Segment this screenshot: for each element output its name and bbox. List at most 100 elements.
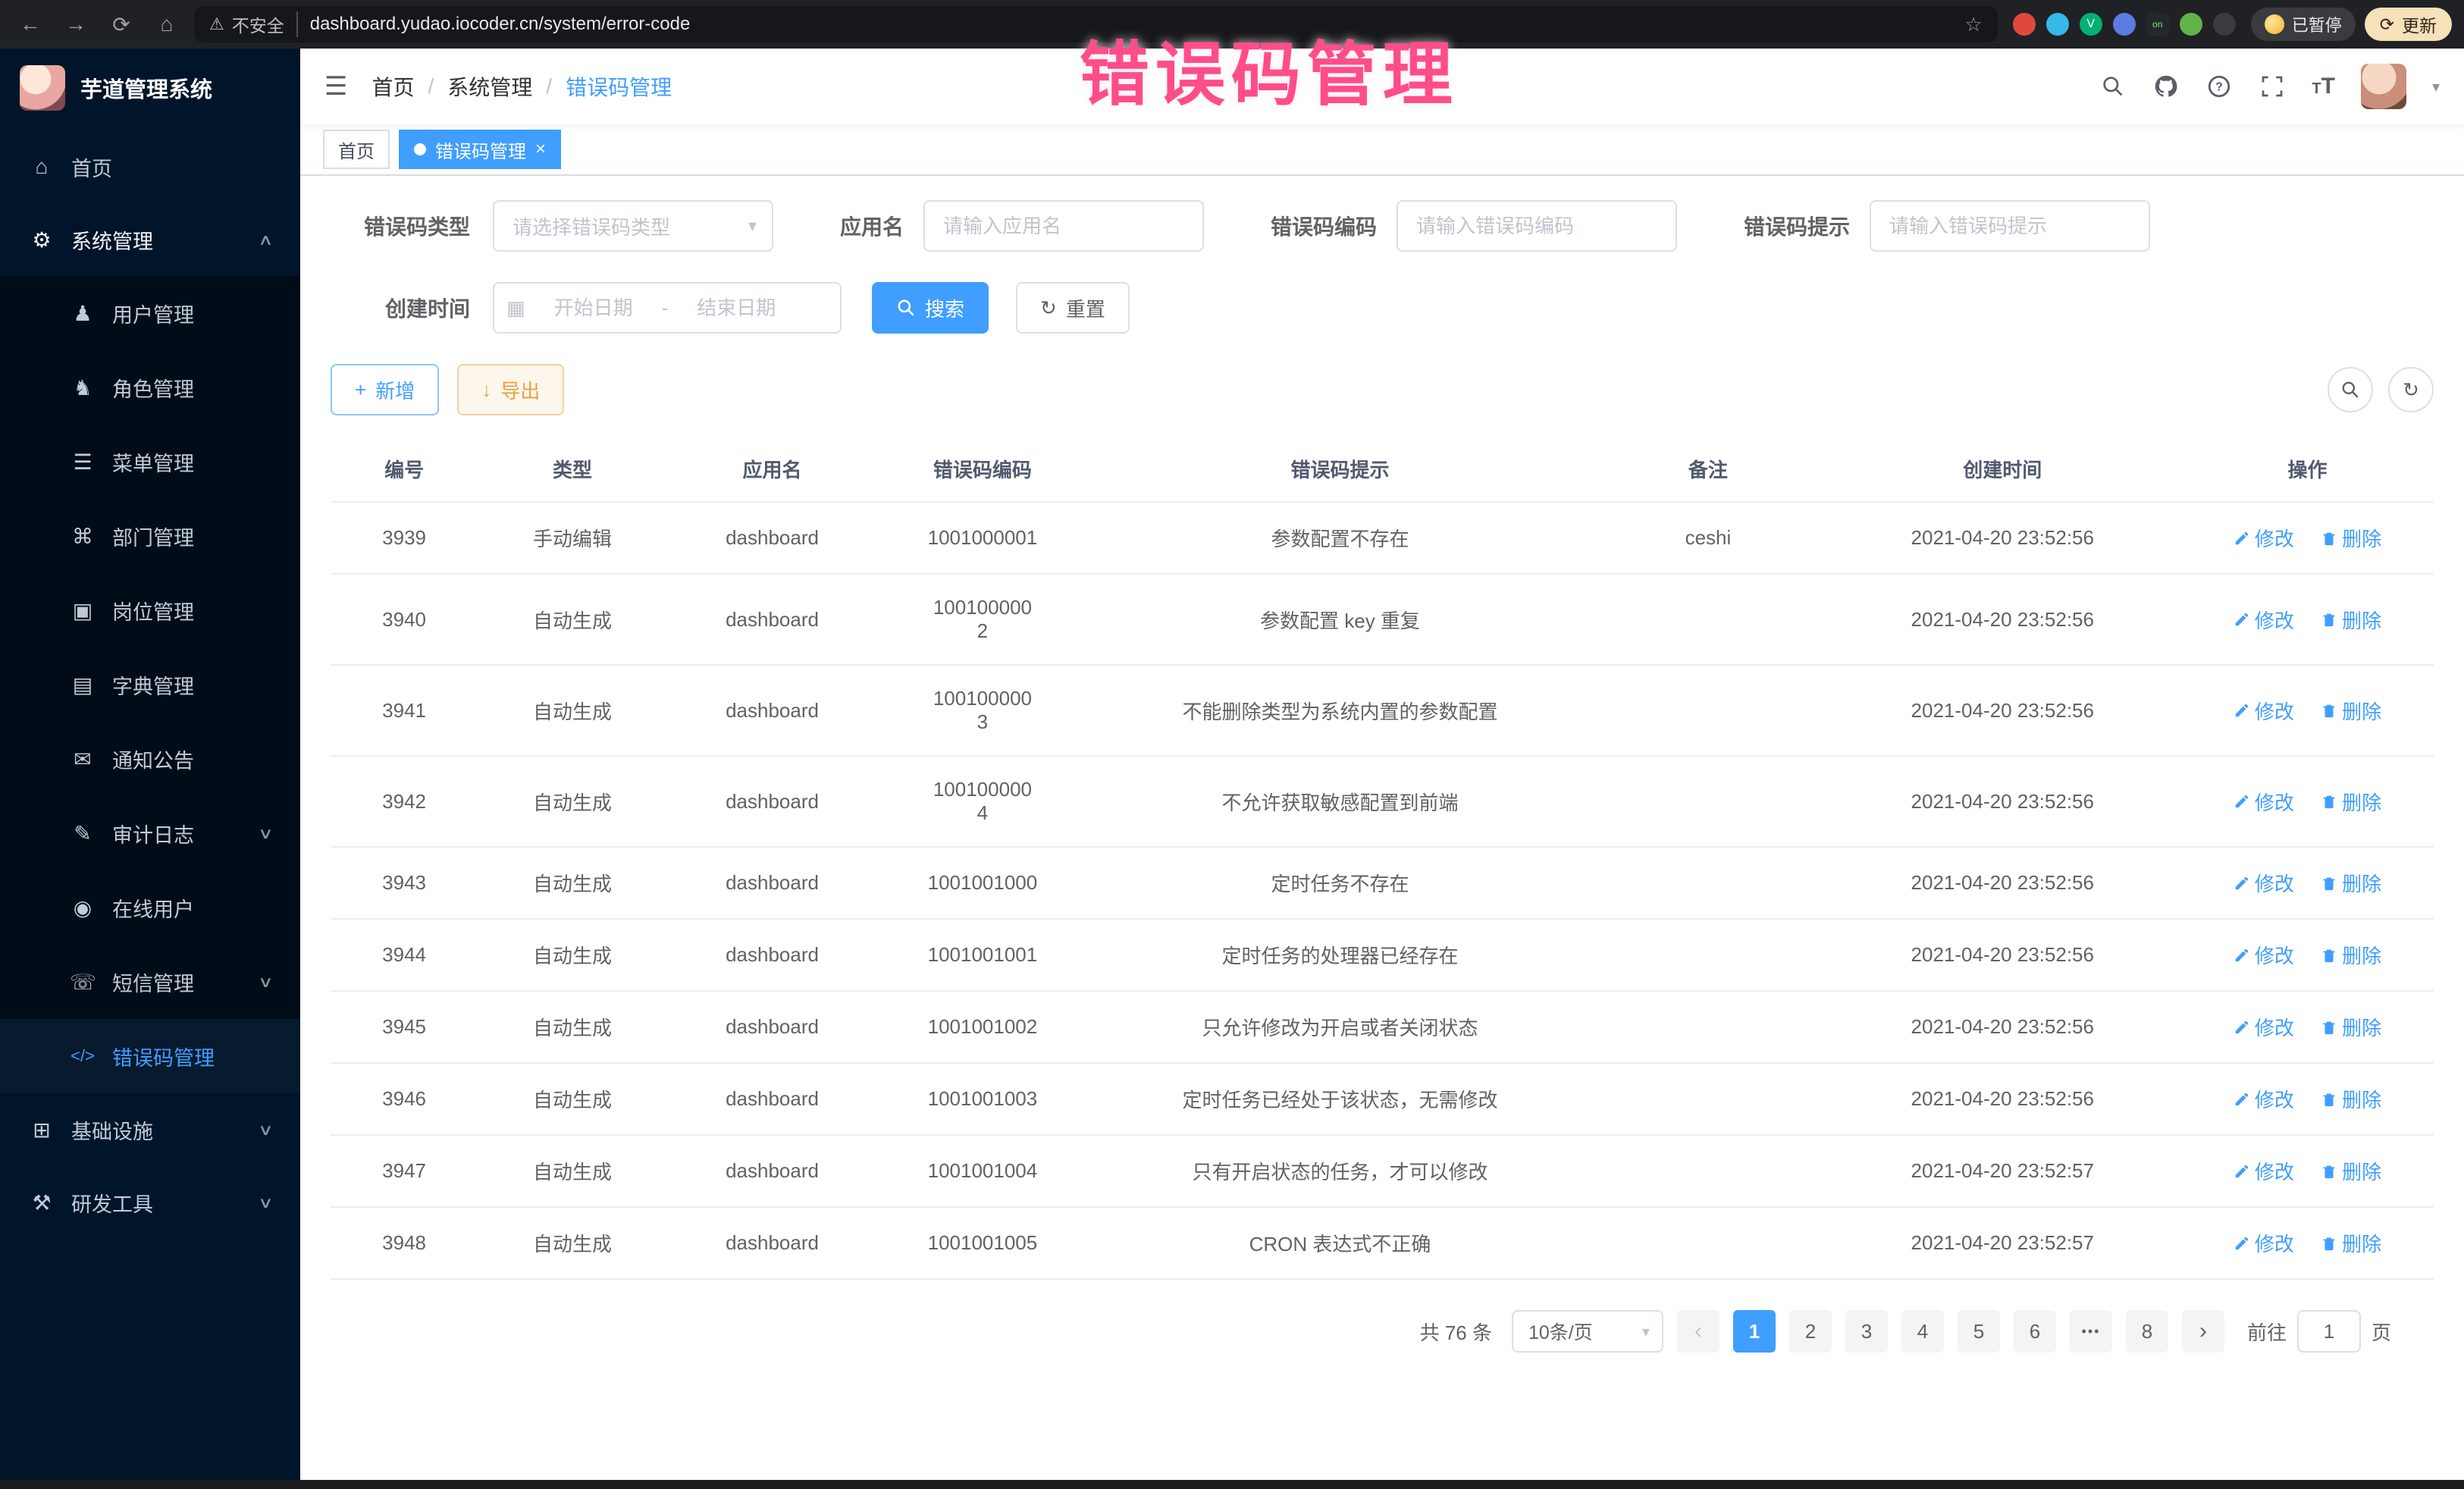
sidebar-item-audit-log[interactable]: ✎ 审计日志 ∨	[0, 796, 300, 870]
extension-icon-leaf[interactable]	[2180, 13, 2202, 36]
app-logo[interactable]: 芋道管理系统	[0, 49, 300, 127]
edit-link[interactable]: 修改	[2234, 1013, 2294, 1041]
sidebar-item-error-code-management[interactable]: </> 错误码管理	[0, 1019, 300, 1093]
sidebar-item-dev-tools[interactable]: ⚒ 研发工具 ∨	[0, 1166, 300, 1239]
filter-label: 应用名	[840, 211, 904, 241]
refresh-table-button[interactable]: ↻	[2388, 367, 2434, 412]
sidebar-item-home[interactable]: ⌂ 首页	[0, 130, 300, 203]
sidebar-item-sms-management[interactable]: ☏ 短信管理 ∨	[0, 945, 300, 1019]
sidebar-item-dict-management[interactable]: ▤ 字典管理	[0, 647, 300, 722]
github-icon[interactable]	[2152, 73, 2180, 100]
avatar-caret-icon[interactable]: ▾	[2432, 77, 2440, 96]
start-date-input[interactable]	[531, 296, 656, 320]
extension-icon-on-badge[interactable]: on	[2146, 13, 2169, 36]
page-button-6[interactable]: 6	[2014, 1310, 2056, 1353]
extension-icon-grid[interactable]	[2113, 13, 2136, 36]
font-size-icon[interactable]: TT	[2312, 74, 2335, 99]
create-time-range-picker[interactable]: ▦ -	[493, 282, 842, 334]
page-button-2[interactable]: 2	[1789, 1310, 1832, 1353]
page-button-8[interactable]: 8	[2126, 1310, 2168, 1353]
extension-icon-puzzle[interactable]	[2213, 13, 2236, 36]
page-button-3[interactable]: 3	[1845, 1310, 1888, 1353]
delete-link[interactable]: 删除	[2321, 941, 2381, 969]
delete-link[interactable]: 删除	[2321, 524, 2381, 552]
export-button[interactable]: ↓ 导出	[457, 364, 564, 415]
sidebar-item-online-users[interactable]: ◉ 在线用户	[0, 870, 300, 945]
cell-remark	[1592, 847, 1823, 919]
reset-button[interactable]: ↻ 重置	[1016, 282, 1130, 334]
help-icon[interactable]: ?	[2205, 73, 2233, 100]
breadcrumb-home[interactable]: 首页	[371, 71, 414, 102]
sidebar-item-post-management[interactable]: ▣ 岗位管理	[0, 573, 300, 647]
page-button-1[interactable]: 1	[1733, 1310, 1776, 1353]
browser-update-button[interactable]: ⟳ 更新	[2365, 8, 2452, 41]
delete-link[interactable]: 删除	[2321, 788, 2381, 816]
page-button-5[interactable]: 5	[1958, 1310, 2000, 1353]
sidebar-item-user-management[interactable]: ♟ 用户管理	[0, 276, 300, 350]
browser-reload-button[interactable]: ⟳	[103, 6, 140, 42]
error-code-type-select[interactable]: 请选择错误码类型 ▾	[493, 200, 773, 252]
user-avatar[interactable]	[2361, 64, 2406, 109]
edit-link[interactable]: 修改	[2234, 1085, 2294, 1113]
add-button[interactable]: + 新增	[331, 364, 439, 415]
fullscreen-icon[interactable]	[2259, 73, 2286, 100]
extension-icon-red[interactable]	[2013, 13, 2036, 36]
table-row: 3939 手动编辑 dashboard 1001000001 参数配置不存在 c…	[331, 502, 2434, 574]
more-pages-button[interactable]: •••	[2070, 1310, 2112, 1353]
tab-error-code-management[interactable]: 错误码管理 ×	[399, 130, 561, 169]
edit-link[interactable]: 修改	[2234, 941, 2294, 969]
tab-home[interactable]: 首页	[323, 130, 390, 169]
edit-link[interactable]: 修改	[2234, 1157, 2294, 1185]
breadcrumb-system-management[interactable]: 系统管理	[447, 71, 532, 102]
search-icon[interactable]	[2099, 73, 2127, 100]
delete-link[interactable]: 删除	[2321, 606, 2381, 634]
edit-link[interactable]: 修改	[2234, 697, 2294, 725]
delete-link[interactable]: 删除	[2321, 1229, 2381, 1257]
chevron-down-icon: ∨	[258, 1121, 273, 1139]
table-tools: ↻	[2328, 367, 2434, 412]
browser-home-button[interactable]: ⌂	[149, 6, 185, 42]
extension-icon-blue-drop[interactable]	[2046, 13, 2069, 36]
delete-link[interactable]: 删除	[2321, 1013, 2381, 1041]
active-dot-icon	[414, 143, 426, 155]
calendar-icon: ▦	[506, 296, 525, 320]
edit-link[interactable]: 修改	[2234, 524, 2294, 552]
search-button[interactable]: 搜索	[872, 282, 989, 334]
show-search-button[interactable]	[2328, 367, 2373, 412]
extension-icon-green-v[interactable]: V	[2080, 13, 2102, 36]
sidebar-item-notice[interactable]: ✉ 通知公告	[0, 722, 300, 796]
error-code-input[interactable]	[1397, 200, 1677, 252]
profile-paused-chip[interactable]: 已暂停	[2251, 8, 2356, 41]
sidebar-item-infrastructure[interactable]: ⊞ 基础设施 ∨	[0, 1093, 300, 1166]
sidebar-collapse-icon[interactable]: ☰	[324, 71, 347, 102]
prev-page-button[interactable]: ‹	[1677, 1310, 1719, 1353]
browser-forward-button[interactable]: →	[58, 6, 94, 42]
sidebar-item-menu-management[interactable]: ☰ 菜单管理	[0, 425, 300, 499]
delete-link[interactable]: 删除	[2321, 1085, 2381, 1113]
main-area: ☰ 首页 / 系统管理 / 错误码管理 ?	[300, 49, 2464, 1480]
app-name-input[interactable]	[923, 200, 1204, 252]
delete-link[interactable]: 删除	[2321, 1157, 2381, 1185]
close-icon[interactable]: ×	[535, 140, 546, 158]
goto-page-input[interactable]	[2297, 1310, 2361, 1353]
end-date-input[interactable]	[674, 296, 798, 320]
page-button-4[interactable]: 4	[1901, 1310, 1944, 1353]
sidebar: 芋道管理系统 ⌂ 首页 ⚙ 系统管理 ∧ ♟ 用户管理	[0, 49, 300, 1480]
sidebar-item-role-management[interactable]: ♞ 角色管理	[0, 350, 300, 425]
url-text[interactable]: dashboard.yudao.iocoder.cn/system/error-…	[310, 14, 1953, 35]
browser-back-button[interactable]: ←	[12, 6, 49, 42]
delete-link[interactable]: 删除	[2321, 697, 2381, 725]
sidebar-item-system-management[interactable]: ⚙ 系统管理 ∧	[0, 203, 300, 276]
error-message-input[interactable]	[1870, 200, 2150, 252]
edit-link[interactable]: 修改	[2234, 869, 2294, 897]
edit-link[interactable]: 修改	[2234, 788, 2294, 816]
sidebar-item-dept-management[interactable]: ⌘ 部门管理	[0, 499, 300, 573]
delete-link[interactable]: 删除	[2321, 869, 2381, 897]
edit-link[interactable]: 修改	[2234, 1229, 2294, 1257]
address-bar[interactable]: ⚠ 不安全 dashboard.yudao.iocoder.cn/system/…	[194, 6, 1998, 42]
page-size-select[interactable]: 10条/页 ▾	[1512, 1310, 1663, 1353]
edit-link[interactable]: 修改	[2234, 606, 2294, 634]
bookmark-star-icon[interactable]: ☆	[1964, 13, 1982, 36]
next-page-button[interactable]: ›	[2182, 1310, 2224, 1353]
security-indicator[interactable]: ⚠ 不安全	[209, 11, 298, 37]
